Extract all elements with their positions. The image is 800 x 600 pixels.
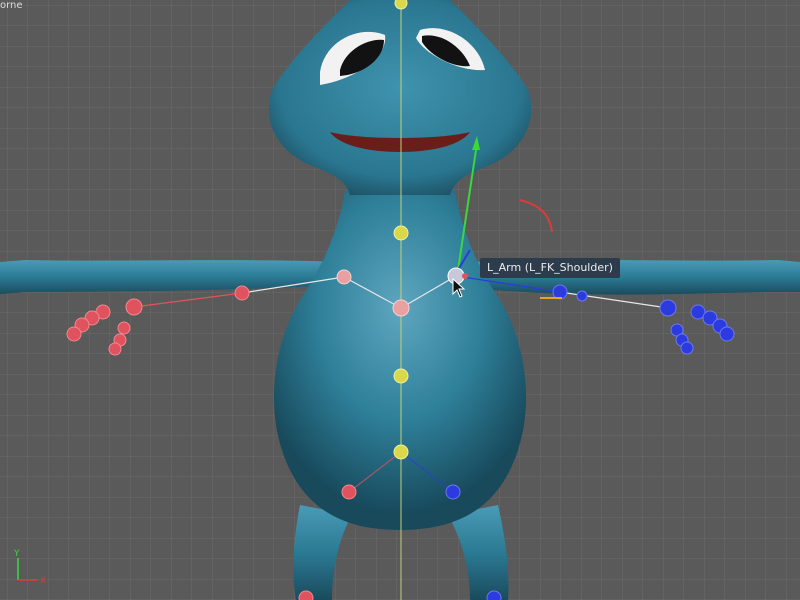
camera-label: orne [0,0,23,11]
axis-x-label: X [40,576,46,586]
right-clavicle-joint[interactable] [336,269,352,285]
pelvis-joint [393,444,409,460]
axis-y-label: Y [13,549,20,559]
chest-joint [393,368,409,384]
neck-joint [393,225,409,241]
head-top-joint [394,0,408,10]
arrow-cursor-icon [452,278,466,298]
scene-canvas[interactable] [0,0,800,600]
object-tooltip: L_Arm (L_FK_Shoulder) [480,258,620,278]
xy-axis-icon: Y X [13,549,46,586]
tooltip-label: L_Arm (L_FK_Shoulder) [487,261,613,274]
viewport-3d[interactable]: orne L_Arm (L_FK_Shoulder) Y X [0,0,800,600]
root-joint[interactable] [392,299,410,317]
